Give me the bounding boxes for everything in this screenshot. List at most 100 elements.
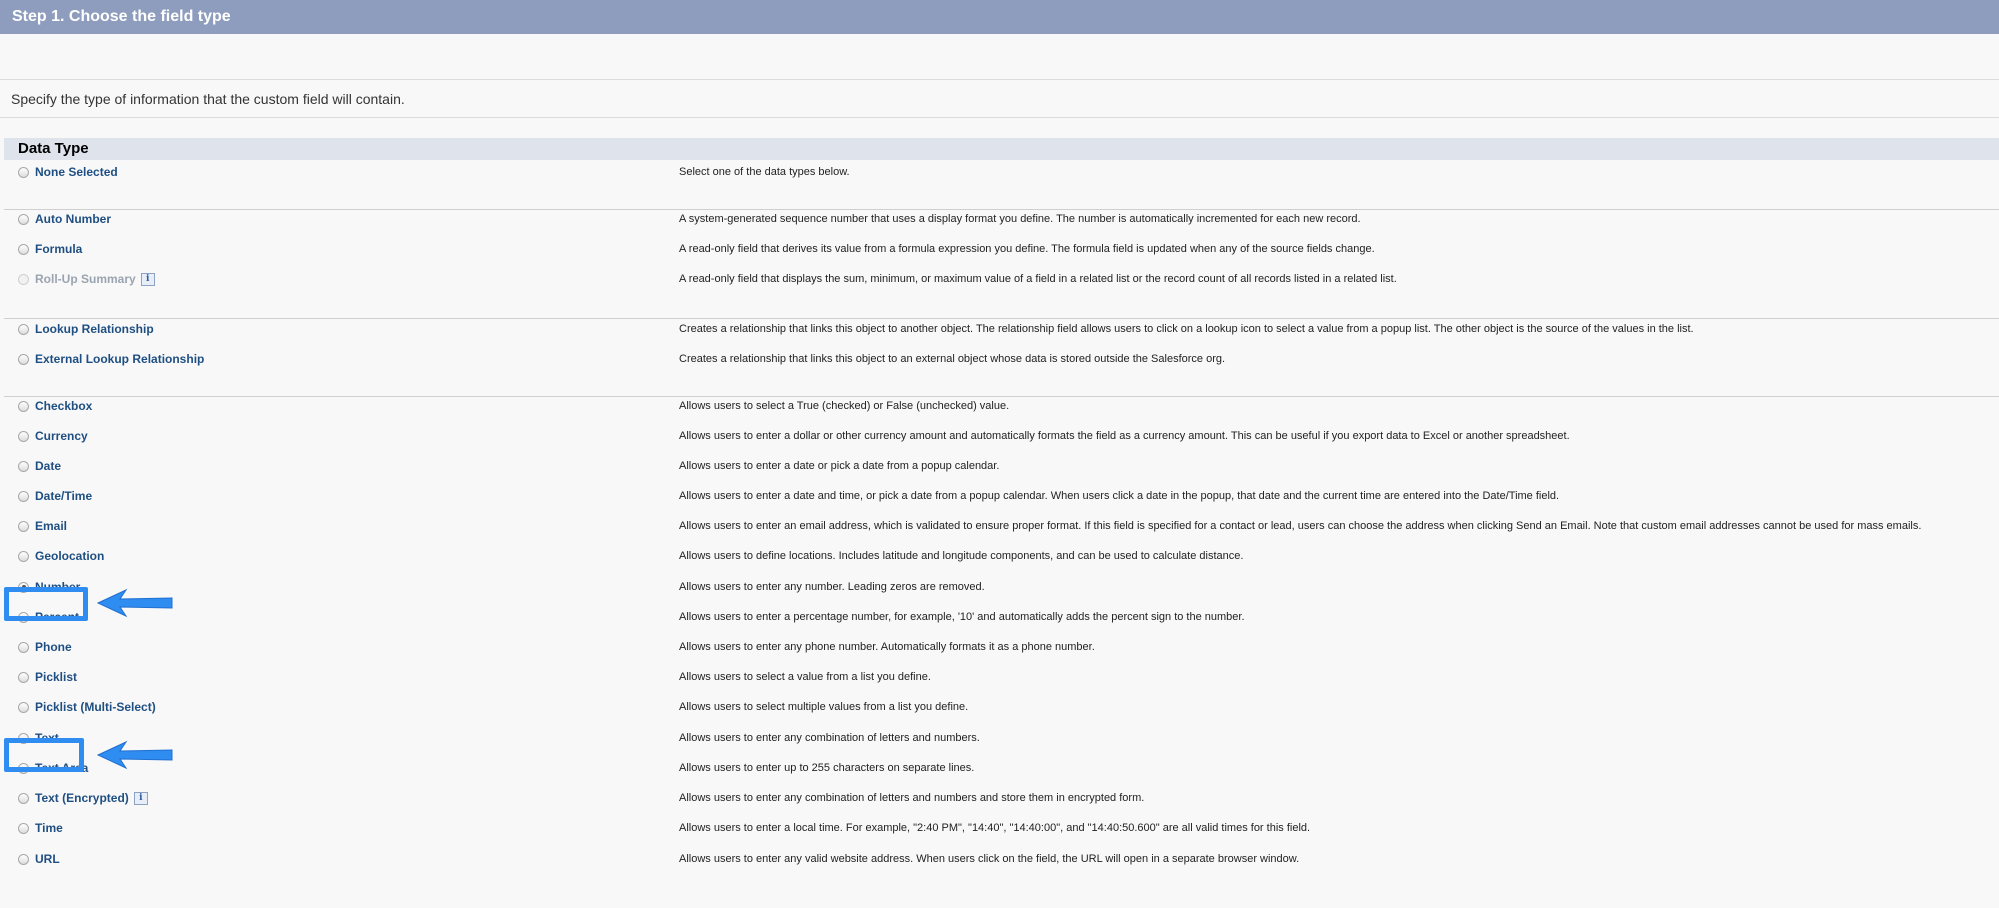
radio-url[interactable] bbox=[18, 853, 29, 865]
option-description: Allows users to enter any combination of… bbox=[679, 732, 980, 744]
option-label: Text (Encrypted) bbox=[35, 791, 129, 805]
data-type-option-picklist-multi-select[interactable]: Picklist (Multi-Select) bbox=[18, 692, 156, 722]
data-type-option-url[interactable]: URL bbox=[18, 844, 60, 874]
option-description: Allows users to enter any combination of… bbox=[679, 792, 1145, 804]
radio-auto-number[interactable] bbox=[18, 213, 29, 225]
option-description: Allows users to enter any phone number. … bbox=[679, 641, 1095, 653]
data-type-row-number: Number Allows users to enter any number. … bbox=[0, 572, 1999, 602]
number-highlight-box bbox=[4, 587, 88, 621]
data-type-row-text: Text Allows users to enter any combinatio… bbox=[0, 723, 1999, 753]
radio-picklist[interactable] bbox=[18, 671, 29, 683]
data-type-option-time[interactable]: Time bbox=[18, 813, 63, 843]
data-type-option-auto-number[interactable]: Auto Number bbox=[18, 204, 111, 234]
data-type-row-date: Date Allows users to enter a date or pick… bbox=[0, 451, 1999, 481]
blank-band bbox=[0, 34, 1999, 80]
data-type-row-auto-number: Auto Number A system-generated sequence n… bbox=[0, 204, 1999, 234]
info-icon[interactable]: i bbox=[140, 272, 155, 286]
option-description: Allows users to define locations. Includ… bbox=[679, 550, 1244, 562]
data-type-option-date[interactable]: Date bbox=[18, 451, 61, 481]
data-type-row-none-selected: None Selected Select one of the data type… bbox=[0, 157, 1999, 187]
data-type-row-formula: Formula A read-only field that derives it… bbox=[0, 234, 1999, 264]
option-description: A system-generated sequence number that … bbox=[679, 213, 1361, 225]
option-label: Currency bbox=[35, 429, 88, 443]
data-type-row-date-time: Date/Time Allows users to enter a date an… bbox=[0, 481, 1999, 511]
option-label: Time bbox=[35, 821, 63, 835]
radio-time[interactable] bbox=[18, 822, 29, 834]
radio-date-time[interactable] bbox=[18, 490, 29, 502]
radio-none-selected[interactable] bbox=[18, 166, 29, 178]
option-description: Allows users to enter any valid website … bbox=[679, 853, 1300, 865]
radio-picklist-multi-select[interactable] bbox=[18, 701, 29, 713]
option-description: Allows users to enter a percentage numbe… bbox=[679, 611, 1245, 623]
option-label: Geolocation bbox=[35, 549, 105, 563]
option-description: Allows users to select a value from a li… bbox=[679, 671, 931, 683]
option-label: Auto Number bbox=[35, 212, 111, 226]
text-highlight-box bbox=[4, 738, 84, 772]
option-label: Picklist bbox=[35, 670, 78, 684]
option-description: A read-only field that displays the sum,… bbox=[679, 273, 1397, 285]
data-type-row-external-lookup-relationship: External Lookup Relationship Creates a re… bbox=[0, 344, 1999, 374]
radio-text-encrypted[interactable] bbox=[18, 792, 29, 804]
option-description: Allows users to select a True (checked) … bbox=[679, 400, 1010, 412]
option-description: Allows users to enter up to 255 characte… bbox=[679, 762, 975, 774]
arrow-left-icon bbox=[96, 588, 173, 618]
option-description: Creates a relationship that links this o… bbox=[679, 323, 1694, 335]
option-label: Checkbox bbox=[35, 399, 93, 413]
data-type-row-currency: Currency Allows users to enter a dollar o… bbox=[0, 421, 1999, 451]
option-label: Email bbox=[35, 519, 68, 533]
data-type-option-date-time[interactable]: Date/Time bbox=[18, 481, 92, 511]
data-type-row-picklist: Picklist Allows users to select a value f… bbox=[0, 662, 1999, 692]
option-description: A read-only field that derives its value… bbox=[679, 243, 1375, 255]
radio-phone[interactable] bbox=[18, 641, 29, 653]
radio-roll-up-summary bbox=[18, 273, 29, 285]
option-label: Roll-Up Summary bbox=[35, 272, 136, 286]
option-label: None Selected bbox=[35, 165, 118, 179]
option-description: Allows users to enter a dollar or other … bbox=[679, 430, 1570, 442]
option-label: Lookup Relationship bbox=[35, 322, 154, 336]
radio-formula[interactable] bbox=[18, 243, 29, 255]
data-type-option-roll-up-summary: Roll-Up Summary i bbox=[18, 264, 155, 294]
data-type-option-picklist[interactable]: Picklist bbox=[18, 662, 77, 692]
data-type-option-external-lookup-relationship[interactable]: External Lookup Relationship bbox=[18, 344, 204, 374]
data-type-option-none-selected[interactable]: None Selected bbox=[18, 157, 118, 187]
radio-date[interactable] bbox=[18, 460, 29, 472]
data-type-row-percent: Percent Allows users to enter a percentag… bbox=[0, 602, 1999, 632]
data-type-option-phone[interactable]: Phone bbox=[18, 632, 72, 662]
arrow-left-icon bbox=[96, 740, 173, 770]
option-description: Allows users to enter a date or pick a d… bbox=[679, 460, 1000, 472]
option-description: Creates a relationship that links this o… bbox=[679, 353, 1226, 365]
data-type-row-phone: Phone Allows users to enter any phone num… bbox=[0, 632, 1999, 662]
data-type-row-roll-up-summary: Roll-Up Summary i A read-only field that d… bbox=[0, 264, 1999, 294]
option-label: URL bbox=[35, 852, 60, 866]
data-type-row-time: Time Allows users to enter a local time. … bbox=[0, 813, 1999, 843]
intro-text: Specify the type of information that the… bbox=[11, 91, 405, 107]
option-label: Date bbox=[35, 459, 62, 473]
option-label: Phone bbox=[35, 640, 72, 654]
data-type-option-text-encrypted[interactable]: Text (Encrypted) i bbox=[18, 783, 148, 813]
option-description: Allows users to enter any number. Leadin… bbox=[679, 581, 985, 593]
data-type-row-text-area: Text Area Allows users to enter up to 255… bbox=[0, 753, 1999, 783]
option-description: Allows users to select multiple values f… bbox=[679, 701, 969, 713]
radio-email[interactable] bbox=[18, 520, 29, 532]
data-type-row-email: Email Allows users to enter an email addr… bbox=[0, 511, 1999, 541]
data-type-option-currency[interactable]: Currency bbox=[18, 421, 88, 451]
data-type-option-checkbox[interactable]: Checkbox bbox=[18, 391, 92, 421]
option-label: Formula bbox=[35, 242, 83, 256]
data-type-option-lookup-relationship[interactable]: Lookup Relationship bbox=[18, 314, 154, 344]
radio-currency[interactable] bbox=[18, 430, 29, 442]
option-label: Date/Time bbox=[35, 489, 93, 503]
radio-external-lookup-relationship[interactable] bbox=[18, 353, 29, 365]
data-type-option-formula[interactable]: Formula bbox=[18, 234, 82, 264]
step-header: Step 1. Choose the field type bbox=[0, 0, 1999, 34]
radio-lookup-relationship[interactable] bbox=[18, 323, 29, 335]
radio-geolocation[interactable] bbox=[18, 550, 29, 562]
data-type-row-picklist-multi-select: Picklist (Multi-Select) Allows users to s… bbox=[0, 692, 1999, 722]
radio-checkbox[interactable] bbox=[18, 400, 29, 412]
data-type-row-lookup-relationship: Lookup Relationship Creates a relationshi… bbox=[0, 314, 1999, 344]
data-type-row-checkbox: Checkbox Allows users to select a True (c… bbox=[0, 391, 1999, 421]
data-type-option-email[interactable]: Email bbox=[18, 511, 67, 541]
info-icon[interactable]: i bbox=[133, 791, 148, 805]
option-label: Picklist (Multi-Select) bbox=[35, 700, 156, 714]
divider bbox=[0, 117, 1999, 118]
data-type-option-geolocation[interactable]: Geolocation bbox=[18, 541, 104, 571]
